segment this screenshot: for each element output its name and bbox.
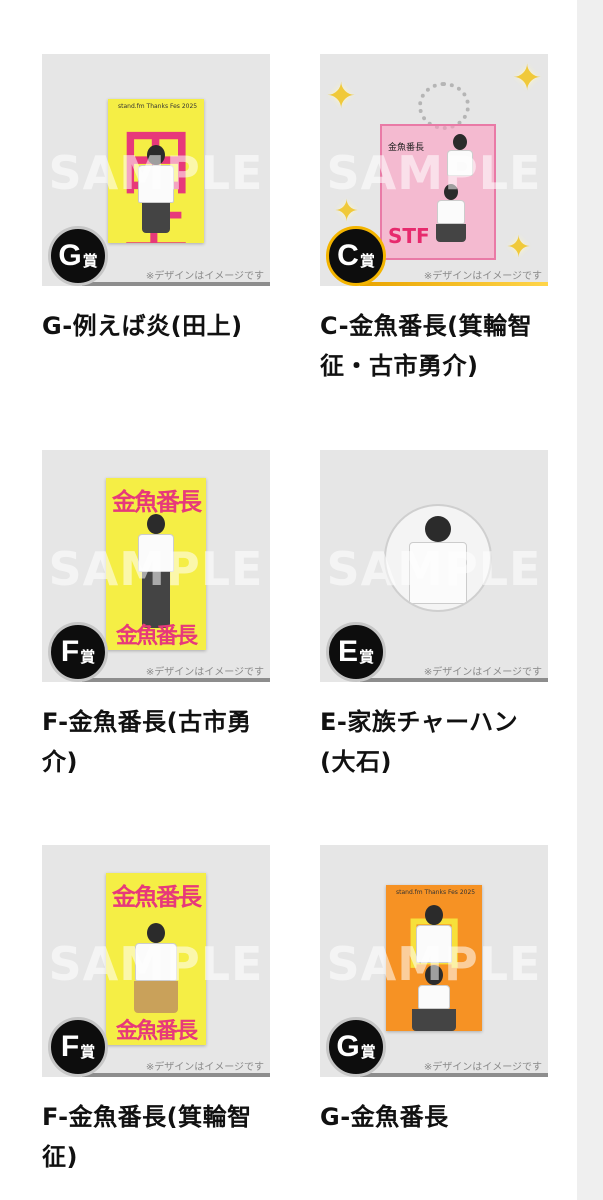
keyholder-logo: STF (388, 224, 430, 248)
poster-kanji: 金魚番長 (115, 624, 198, 649)
rank-badge: G賞 (48, 226, 108, 286)
sparkle-icon: ✦ (326, 76, 357, 117)
sparkle-icon: ✦ (334, 194, 360, 229)
ball-chain (418, 82, 470, 130)
person-figure (416, 905, 452, 963)
rank-strip (82, 1073, 270, 1077)
design-note: ※デザインはイメージです (423, 271, 542, 282)
product-title[interactable]: C-金魚番長(箕輪智征・古市勇介) (320, 306, 548, 386)
product-title[interactable]: F-金魚番長(箕輪智征) (42, 1097, 270, 1177)
person-figure (447, 134, 474, 176)
product-image[interactable]: SAMPLE E賞 ※デザインはイメージです (320, 450, 548, 682)
rank-badge: E賞 (326, 622, 386, 682)
product-card[interactable]: stand.fm Thanks Fes 2025 田 SAMPLE G賞 ※デザ… (320, 845, 548, 1137)
rank-badge: F賞 (48, 1017, 108, 1077)
can-badge-art (384, 504, 492, 612)
product-image[interactable]: 金魚番長 金魚番長 SAMPLE F賞 ※デザインはイメージです (42, 450, 270, 682)
rank-badge: G賞 (326, 1017, 386, 1077)
design-note: ※デザインはイメージです (145, 1062, 264, 1073)
product-card[interactable]: SAMPLE E賞 ※デザインはイメージです E-家族チャーハン(大石) (320, 450, 548, 782)
product-image[interactable]: stand.fm Thanks Fes 2025 田 SAMPLE G賞 ※デザ… (320, 845, 548, 1077)
product-grid-page: stand.fm Thanks Fes 2025 田 上 SAMPLE G賞 ※… (0, 0, 577, 1200)
person-figure (436, 184, 467, 242)
person-figure (134, 923, 178, 1013)
product-title[interactable]: G-例えば炎(田上) (42, 306, 270, 346)
rank-strip (82, 282, 270, 286)
keyholder-logo: 金魚番長 (388, 143, 425, 153)
sparkle-icon: ✦ (506, 230, 532, 265)
design-note: ※デザインはイメージです (145, 667, 264, 678)
product-title[interactable]: G-金魚番長 (320, 1097, 548, 1137)
poster-art: 金魚番長 金魚番長 (106, 873, 206, 1045)
product-image[interactable]: 金魚番長 金魚番長 SAMPLE F賞 ※デザインはイメージです (42, 845, 270, 1077)
poster-kanji: 金魚番長 (115, 1019, 198, 1044)
rank-strip (82, 678, 270, 682)
rank-strip (360, 1073, 548, 1077)
rank-strip (360, 678, 548, 682)
person-figure (409, 516, 467, 604)
poster-art: 金魚番長 金魚番長 (106, 478, 206, 650)
rank-strip (360, 282, 548, 286)
product-image[interactable]: 金魚番長 STF ✦ ✦ ✦ ✦ SAMPLE C賞 ※デザインはイメージです (320, 54, 548, 286)
poster-header: stand.fm Thanks Fes 2025 (396, 889, 476, 896)
product-card[interactable]: 金魚番長 金魚番長 SAMPLE F賞 ※デザインはイメージです F-金魚番長(… (42, 845, 270, 1177)
product-image[interactable]: stand.fm Thanks Fes 2025 田 上 SAMPLE G賞 ※… (42, 54, 270, 286)
person-figure (412, 965, 456, 1031)
product-title[interactable]: E-家族チャーハン(大石) (320, 702, 548, 782)
product-card[interactable]: 金魚番長 金魚番長 SAMPLE F賞 ※デザインはイメージです F-金魚番長(… (42, 450, 270, 782)
poster-kanji: 金魚番長 (112, 488, 202, 516)
rank-badge: F賞 (48, 622, 108, 682)
poster-art: stand.fm Thanks Fes 2025 田 (386, 885, 482, 1031)
product-title[interactable]: F-金魚番長(古市勇介) (42, 702, 270, 782)
product-card[interactable]: 金魚番長 STF ✦ ✦ ✦ ✦ SAMPLE C賞 ※デザインはイメージです … (320, 54, 548, 386)
design-note: ※デザインはイメージです (423, 667, 542, 678)
poster-art: stand.fm Thanks Fes 2025 田 上 (108, 99, 204, 243)
person-figure (138, 145, 174, 233)
design-note: ※デザインはイメージです (423, 1062, 542, 1073)
product-card[interactable]: stand.fm Thanks Fes 2025 田 上 SAMPLE G賞 ※… (42, 54, 270, 346)
rank-badge: C賞 (326, 226, 386, 286)
poster-kanji: 金魚番長 (112, 883, 202, 911)
design-note: ※デザインはイメージです (145, 271, 264, 282)
person-figure (138, 514, 174, 628)
acrylic-keyholder-art: 金魚番長 STF (380, 124, 496, 260)
sparkle-icon: ✦ (512, 58, 543, 99)
